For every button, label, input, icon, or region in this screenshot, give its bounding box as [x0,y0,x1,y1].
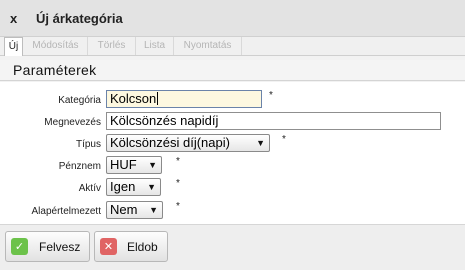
tab-nyomtatas: Nyomtatás [174,37,242,55]
cancel-button-label: Eldob [127,240,158,254]
dropdown-arrow-icon: ▼ [148,160,157,170]
alapertelmezett-select[interactable]: Nem ▼ [106,201,163,219]
alapertelmezett-value: Nem [110,202,138,217]
aktiv-label: Aktív [78,183,101,194]
megnevezes-input[interactable]: Kölcsönzés napidíj [106,112,441,130]
window-titlebar: x Új árkategória [0,0,465,37]
text-caret [157,92,159,105]
required-marker: * [176,178,180,189]
aktiv-value: Igen [110,179,136,194]
dropdown-arrow-icon: ▼ [256,138,265,148]
tab-torles: Törlés [88,37,136,55]
kategoria-value: Kolcson [110,91,157,106]
save-button-label: Felvesz [39,240,81,254]
penznem-label: Pénznem [58,161,101,172]
action-tabbar: Új Módosítás Törlés Lista Nyomtatás [0,37,465,56]
required-marker: * [269,90,273,101]
penznem-value: HUF [110,157,137,172]
form-footer: ✓ Felvesz ✕ Eldob [0,224,465,270]
dropdown-arrow-icon: ▼ [149,205,158,215]
aktiv-select[interactable]: Igen ▼ [106,178,161,196]
kategoria-label: Kategória [58,95,101,106]
megnevezes-value: Kölcsönzés napidíj [110,113,219,128]
section-title: Paraméterek [0,60,465,81]
close-icon[interactable]: x [10,11,17,26]
kategoria-input[interactable]: Kolcson [106,90,262,108]
discard-icon: ✕ [100,238,117,255]
tipus-label: Típus [75,139,101,150]
tab-modositas: Módosítás [24,37,88,55]
window-title: Új árkategória [36,11,123,26]
dropdown-arrow-icon: ▼ [147,182,156,192]
alapertelmezett-label: Alapértelmezett [31,206,101,217]
save-button[interactable]: ✓ Felvesz [5,231,90,262]
parameters-form: Kategória Kolcson * Megnevezés Kölcsönzé… [0,82,465,224]
cancel-button[interactable]: ✕ Eldob [94,231,168,262]
tipus-select[interactable]: Kölcsönzési díj(napi) ▼ [106,134,270,152]
tipus-value: Kölcsönzési díj(napi) [110,135,230,150]
required-marker: * [176,156,180,167]
required-marker: * [282,134,286,145]
penznem-select[interactable]: HUF ▼ [106,156,162,174]
checkmark-icon: ✓ [11,238,28,255]
tab-lista: Lista [136,37,174,55]
required-marker: * [176,201,180,212]
megnevezes-label: Megnevezés [44,117,101,128]
tab-uj[interactable]: Új [4,37,23,56]
